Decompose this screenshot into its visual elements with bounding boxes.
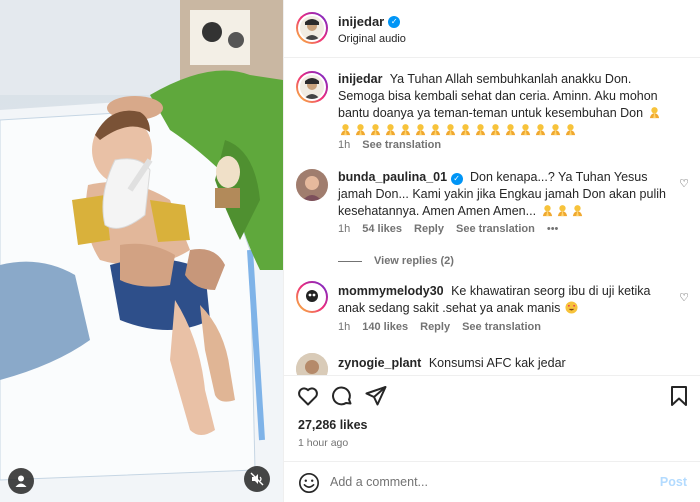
folded-hands-emoji-icon (565, 124, 576, 136)
comment-username-text: bunda_paulina_01 (338, 170, 448, 184)
avatar-image (296, 169, 328, 201)
comment-username[interactable]: zynogie_plant (338, 356, 421, 370)
folded-hands-emoji-icon (505, 124, 516, 136)
like-count[interactable]: 27,286 likes (298, 418, 368, 432)
post-video[interactable] (0, 0, 283, 502)
folded-hands-emoji-icon (355, 124, 366, 136)
caption-meta: 1h See translation (338, 139, 441, 151)
avatar-image (300, 75, 324, 99)
caption-avatar[interactable] (296, 71, 328, 103)
folded-hands-emoji-icon (400, 124, 411, 136)
comment-likes[interactable]: 54 likes (362, 223, 402, 235)
folded-hands-emoji-icon (572, 205, 582, 217)
caption-time[interactable]: 1h (338, 139, 350, 151)
comment-more-icon[interactable]: ••• (547, 223, 559, 235)
comment-text: mommymelody30 Ke khawatiran seorg ibu di… (338, 283, 673, 317)
folded-hands-emoji-icon (385, 124, 396, 136)
author-username[interactable]: inijedar ✓ (338, 14, 401, 29)
mute-icon (250, 472, 264, 486)
caption-username[interactable]: inijedar (338, 72, 382, 86)
heart-eyes-emoji-icon (565, 301, 578, 314)
folded-hands-emoji-icon (535, 124, 546, 136)
comment-input[interactable] (330, 472, 630, 492)
add-comment-bar: Post (284, 461, 700, 502)
tagged-user-button[interactable] (8, 468, 34, 494)
post-actions: 27,286 likes 1 hour ago (284, 375, 700, 465)
comment-like-heart-icon[interactable]: ♡ (679, 291, 689, 304)
comments-list[interactable]: inijedar Ya Tuhan Allah sembuhkanlah ana… (284, 59, 700, 375)
comment-time[interactable]: 1h (338, 321, 350, 333)
post-time[interactable]: 1 hour ago (298, 437, 348, 449)
comment-meta: 1h 54 likes Reply See translation ••• (338, 223, 558, 235)
caption-translate[interactable]: See translation (362, 139, 441, 151)
folded-hands-emoji-icon (340, 124, 351, 136)
comment-username[interactable]: mommymelody30 (338, 284, 444, 298)
avatar-image (300, 285, 324, 309)
post-details-panel: inijedar ✓ Original audio inijedar Ya Tu… (283, 0, 700, 502)
share-icon[interactable] (364, 384, 388, 408)
reply-button[interactable]: Reply (420, 321, 450, 333)
comment-avatar[interactable] (296, 353, 328, 375)
heart-icon[interactable] (296, 384, 320, 408)
bookmark-icon[interactable] (667, 384, 691, 408)
audio-label[interactable]: Original audio (338, 33, 406, 45)
folded-hands-emoji-icon (370, 124, 381, 136)
comment-text: zynogie_plant Konsumsi AFC kak jedar (338, 355, 673, 372)
folded-hands-emoji-icon (557, 205, 567, 217)
view-replies-button[interactable]: View replies (2) (338, 255, 454, 267)
video-frame (0, 0, 283, 502)
folded-hands-emoji-icon (445, 124, 456, 136)
caption-body: Ya Tuhan Allah sembuhkanlah anakku Don. … (338, 72, 658, 120)
folded-hands-emoji-icon (490, 124, 501, 136)
comment-likes[interactable]: 140 likes (362, 321, 408, 333)
author-avatar[interactable] (296, 12, 328, 44)
avatar-image (300, 16, 324, 40)
comment-translate[interactable]: See translation (462, 321, 541, 333)
comment-text: bunda_paulina_01 ✓ Don kenapa...? Ya Tuh… (338, 169, 673, 220)
comment-like-heart-icon[interactable]: ♡ (679, 177, 689, 190)
comment-body: Konsumsi AFC kak jedar (428, 356, 566, 370)
folded-hands-emoji-icon (415, 124, 426, 136)
folded-hands-emoji-icon (649, 107, 659, 119)
comment-icon[interactable] (330, 384, 354, 408)
post-comment-button[interactable]: Post (660, 475, 687, 489)
folded-hands-emoji-icon (475, 124, 486, 136)
folded-hands-emoji-icon (460, 124, 471, 136)
comment-avatar[interactable] (296, 281, 328, 313)
comment-translate[interactable]: See translation (456, 223, 535, 235)
verified-badge-icon: ✓ (450, 173, 463, 185)
folded-hands-emoji-icon (430, 124, 441, 136)
user-icon (15, 475, 27, 487)
folded-hands-emoji-icon (550, 124, 561, 136)
comment-username[interactable]: bunda_paulina_01 ✓ (338, 170, 463, 185)
folded-hands-emoji-icon (520, 124, 531, 136)
mute-button[interactable] (244, 466, 270, 492)
verified-badge-icon: ✓ (388, 15, 401, 28)
comment-time[interactable]: 1h (338, 223, 350, 235)
smile-icon[interactable] (298, 472, 320, 494)
folded-hands-emoji-icon (542, 205, 552, 217)
author-username-text: inijedar (338, 14, 385, 29)
avatar-image (296, 353, 328, 375)
replies-divider (338, 260, 362, 262)
caption-text: inijedar Ya Tuhan Allah sembuhkanlah ana… (338, 71, 673, 139)
comment-avatar[interactable] (296, 169, 328, 201)
view-replies-label: View replies (2) (374, 255, 454, 267)
reply-button[interactable]: Reply (414, 223, 444, 235)
comment-meta: 1h 140 likes Reply See translation (338, 321, 541, 333)
comment-emojis (540, 204, 585, 218)
post-header: inijedar ✓ Original audio (284, 0, 700, 58)
